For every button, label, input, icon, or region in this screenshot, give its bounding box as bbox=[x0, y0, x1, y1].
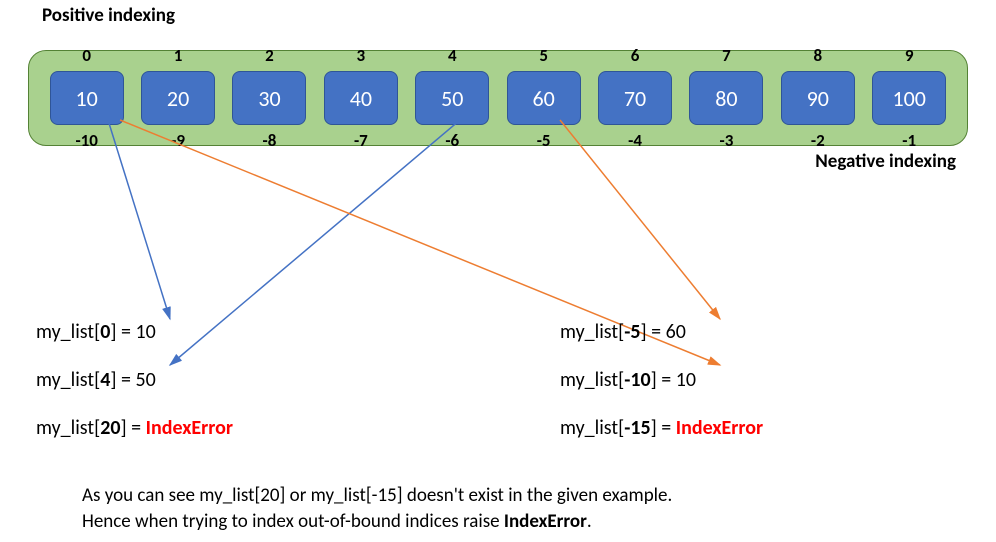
negative-index: -10 bbox=[51, 130, 123, 151]
negative-index: -6 bbox=[416, 130, 488, 151]
negative-index: -9 bbox=[142, 130, 214, 151]
list-cell: 2 30 -8 bbox=[232, 71, 306, 125]
explanation-text: As you can see my_list[20] or my_list[-1… bbox=[82, 483, 672, 534]
cell-value: 10 bbox=[76, 85, 98, 112]
cell-value: 70 bbox=[624, 85, 646, 112]
positive-index: 4 bbox=[416, 45, 488, 66]
negative-index: -3 bbox=[690, 130, 762, 151]
cell-value: 90 bbox=[807, 85, 829, 112]
positive-index: 0 bbox=[51, 45, 123, 66]
examples-right: my_list[-5] = 60 my_list[-10] = 10 my_li… bbox=[560, 320, 763, 464]
positive-index: 5 bbox=[508, 45, 580, 66]
positive-index: 8 bbox=[782, 45, 854, 66]
example-row: my_list[0] = 10 bbox=[36, 320, 233, 344]
positive-index: 9 bbox=[873, 45, 945, 66]
cell-value: 80 bbox=[715, 85, 737, 112]
negative-indexing-title: Negative indexing bbox=[815, 150, 956, 173]
list-cell: 3 40 -7 bbox=[324, 71, 398, 125]
list-cell: 4 50 -6 bbox=[415, 71, 489, 125]
positive-indexing-title: Positive indexing bbox=[42, 4, 175, 27]
negative-index: -2 bbox=[782, 130, 854, 151]
negative-index: -4 bbox=[599, 130, 671, 151]
example-row: my_list[-10] = 10 bbox=[560, 368, 763, 392]
negative-index: -1 bbox=[873, 130, 945, 151]
cell-value: 30 bbox=[258, 85, 280, 112]
example-row: my_list[-15] = IndexError bbox=[560, 416, 763, 440]
list-cell: 1 20 -9 bbox=[141, 71, 215, 125]
negative-index: -8 bbox=[233, 130, 305, 151]
negative-index: -7 bbox=[325, 130, 397, 151]
list-cell: 9 100 -1 bbox=[872, 71, 946, 125]
example-row: my_list[4] = 50 bbox=[36, 368, 233, 392]
cell-value: 100 bbox=[892, 85, 925, 112]
list-cell: 7 80 -3 bbox=[689, 71, 763, 125]
negative-index: -5 bbox=[508, 130, 580, 151]
positive-index: 3 bbox=[325, 45, 397, 66]
list-cell: 8 90 -2 bbox=[781, 71, 855, 125]
list-cell: 0 10 -10 bbox=[50, 71, 124, 125]
positive-index: 2 bbox=[233, 45, 305, 66]
cell-value: 50 bbox=[441, 85, 463, 112]
list-cell: 6 70 -4 bbox=[598, 71, 672, 125]
positive-index: 1 bbox=[142, 45, 214, 66]
list-cell: 5 60 -5 bbox=[507, 71, 581, 125]
cell-value: 40 bbox=[350, 85, 372, 112]
positive-index: 7 bbox=[690, 45, 762, 66]
example-row: my_list[-5] = 60 bbox=[560, 320, 763, 344]
list-container: 0 10 -10 1 20 -9 2 30 -8 3 40 -7 4 50 -6… bbox=[28, 50, 968, 146]
examples-left: my_list[0] = 10 my_list[4] = 50 my_list[… bbox=[36, 320, 233, 464]
positive-index: 6 bbox=[599, 45, 671, 66]
cell-value: 20 bbox=[167, 85, 189, 112]
example-row: my_list[20] = IndexError bbox=[36, 416, 233, 440]
cell-value: 60 bbox=[532, 85, 554, 112]
